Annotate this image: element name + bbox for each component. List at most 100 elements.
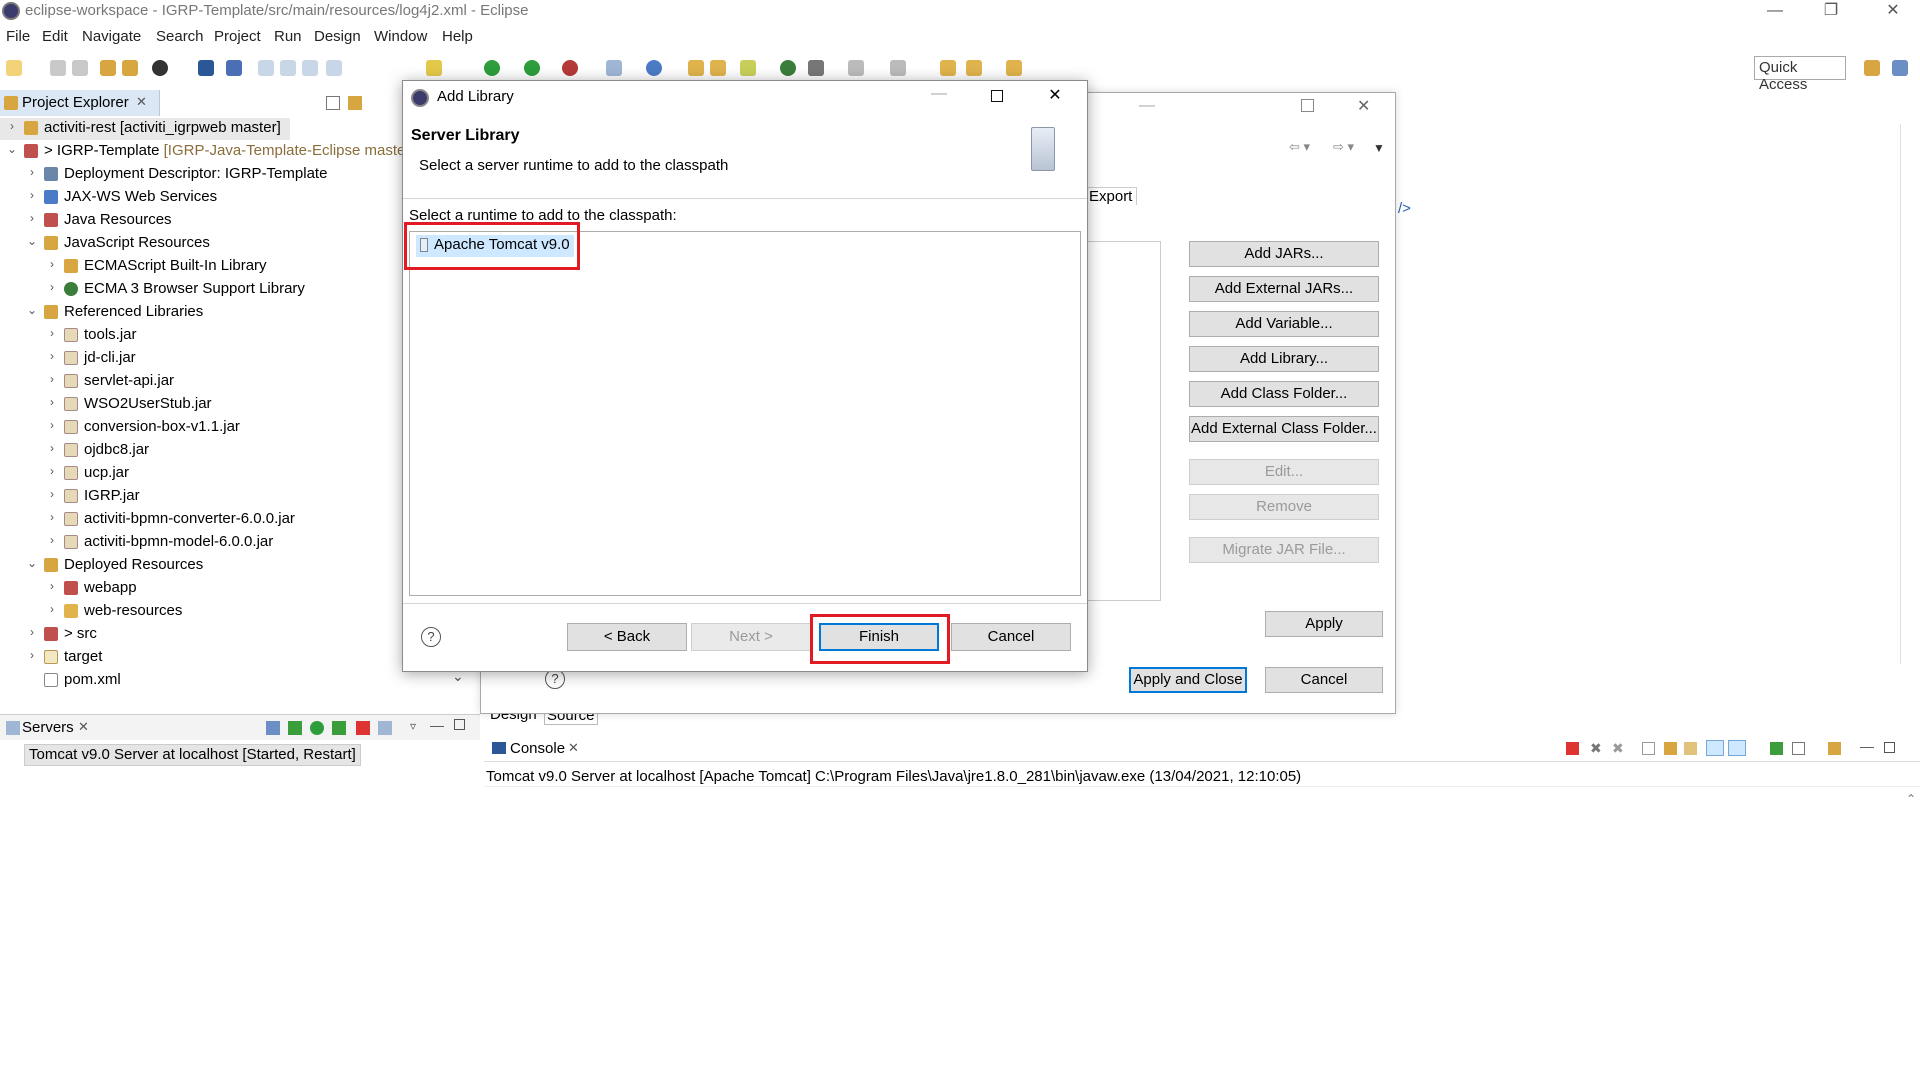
scroll-lock-icon[interactable] <box>1664 742 1677 755</box>
save-icon[interactable] <box>50 60 66 76</box>
next-annotation-icon[interactable] <box>848 60 864 76</box>
remove-all-icon[interactable]: ✖ <box>1612 740 1624 757</box>
collapse-all-icon[interactable] <box>326 96 340 110</box>
publish-icon[interactable] <box>378 721 392 735</box>
terminal-icon[interactable] <box>198 60 214 76</box>
show-stdout-icon[interactable] <box>1706 740 1724 756</box>
dialog-minimize-icon[interactable]: — <box>919 85 959 109</box>
run-server-icon[interactable] <box>524 60 540 76</box>
menu-window[interactable]: Window <box>374 28 427 45</box>
add-external-jars-button[interactable]: Add External JARs... <box>1189 276 1379 302</box>
editor-scrollbar[interactable] <box>1900 124 1912 664</box>
minimize-view-icon[interactable]: — <box>430 717 444 733</box>
apply-and-close-button[interactable]: Apply and Close <box>1129 667 1247 693</box>
quick-access-input[interactable]: Quick Access <box>1754 56 1846 93</box>
open-perspective-icon[interactable] <box>1864 60 1880 76</box>
remove-button[interactable]: Remove <box>1189 494 1379 520</box>
forward-icon[interactable] <box>1006 60 1022 76</box>
edit-button[interactable]: Edit... <box>1189 459 1379 485</box>
tab-export[interactable]: Export <box>1084 187 1138 205</box>
migrate-jar-button[interactable]: Migrate JAR File... <box>1189 537 1379 563</box>
debug-server-icon[interactable] <box>266 721 280 735</box>
save-all-icon[interactable] <box>72 60 88 76</box>
help-icon[interactable]: ? <box>545 669 565 689</box>
add-variable-button[interactable]: Add Variable... <box>1189 311 1379 337</box>
menu-design[interactable]: Design <box>314 28 361 45</box>
resume-icon[interactable] <box>258 60 274 76</box>
view-menu-icon[interactable]: ▿ <box>410 719 416 733</box>
maximize-view-icon[interactable] <box>1884 742 1895 753</box>
start-server-debug-icon[interactable] <box>288 721 302 735</box>
word-wrap-icon[interactable] <box>1684 742 1697 755</box>
close-view-icon[interactable]: ✕ <box>78 719 89 735</box>
display-console-icon[interactable] <box>1792 742 1805 755</box>
project-explorer-tab[interactable]: Project Explorer ✕ <box>0 90 160 116</box>
stop-server-icon[interactable] <box>356 721 370 735</box>
nav-forward-icon[interactable]: ⇨ ▾ <box>1333 139 1354 155</box>
open-folder-icon[interactable] <box>688 60 704 76</box>
start-server-icon[interactable] <box>310 721 324 735</box>
open-console-icon[interactable] <box>1828 742 1841 755</box>
terminate-console-icon[interactable] <box>1566 742 1579 755</box>
menu-search[interactable]: Search <box>156 28 204 45</box>
new-class-icon[interactable] <box>646 60 662 76</box>
properties-minimize-icon[interactable]: — <box>1139 97 1155 115</box>
coverage-icon[interactable] <box>562 60 578 76</box>
close-icon[interactable]: ✕ <box>1870 0 1916 24</box>
skip-breakpoints-icon[interactable] <box>226 60 242 76</box>
tree-item-activiti-rest[interactable]: › activiti-rest [activiti_igrpweb master… <box>0 118 290 140</box>
apply-button[interactable]: Apply <box>1265 611 1383 637</box>
open-resource-icon[interactable] <box>122 60 138 76</box>
menu-navigate[interactable]: Navigate <box>82 28 141 45</box>
web-browser-icon[interactable] <box>780 60 796 76</box>
external-tools-icon[interactable] <box>426 60 442 76</box>
console-scroll-up-icon[interactable]: ⌃ <box>1906 792 1916 806</box>
pin-console-icon[interactable] <box>1770 742 1783 755</box>
menu-edit[interactable]: Edit <box>42 28 68 45</box>
disconnect-icon[interactable] <box>326 60 342 76</box>
add-jars-button[interactable]: Add JARs... <box>1189 241 1379 267</box>
console-title[interactable]: Console <box>510 740 565 757</box>
new-server-icon[interactable] <box>606 60 622 76</box>
annotation-icon[interactable] <box>808 60 824 76</box>
open-type-icon[interactable] <box>100 60 116 76</box>
new-icon[interactable] <box>6 60 22 76</box>
menu-run[interactable]: Run <box>274 28 302 45</box>
properties-cancel-button[interactable]: Cancel <box>1265 667 1383 693</box>
properties-close-icon[interactable]: ✕ <box>1357 96 1370 116</box>
search-tool-icon[interactable] <box>740 60 756 76</box>
last-edit-icon[interactable] <box>940 60 956 76</box>
menu-file[interactable]: File <box>6 28 30 45</box>
server-row-tomcat[interactable]: Tomcat v9.0 Server at localhost [Started… <box>24 744 361 766</box>
run-icon[interactable] <box>484 60 500 76</box>
cancel-button[interactable]: Cancel <box>951 623 1071 651</box>
back-button[interactable]: < Back <box>567 623 687 651</box>
dialog-maximize-icon[interactable] <box>977 85 1017 109</box>
terminate-icon[interactable] <box>302 60 318 76</box>
java-ee-perspective-icon[interactable] <box>1892 60 1908 76</box>
restore-icon[interactable]: ❐ <box>1808 0 1854 24</box>
properties-maximize-icon[interactable] <box>1301 99 1314 112</box>
close-view-icon[interactable]: ✕ <box>136 94 147 110</box>
view-menu-icon[interactable]: ▼ <box>1373 141 1385 155</box>
next-button[interactable]: Next > <box>691 623 811 651</box>
add-class-folder-button[interactable]: Add Class Folder... <box>1189 381 1379 407</box>
minimize-icon[interactable]: — <box>1752 0 1798 24</box>
add-library-button[interactable]: Add Library... <box>1189 346 1379 372</box>
menu-project[interactable]: Project <box>214 28 261 45</box>
add-external-class-folder-button[interactable]: Add External Class Folder... <box>1189 416 1379 442</box>
clear-console-icon[interactable] <box>1642 742 1655 755</box>
nav-back-icon[interactable]: ⇦ ▾ <box>1289 139 1310 155</box>
open-project-icon[interactable] <box>710 60 726 76</box>
debug-icon[interactable] <box>152 60 168 76</box>
dialog-close-icon[interactable]: ✕ <box>1035 85 1075 109</box>
back-icon[interactable] <box>966 60 982 76</box>
remove-launch-icon[interactable]: ✖ <box>1590 740 1602 757</box>
maximize-view-icon[interactable] <box>454 719 465 730</box>
console-output-area[interactable] <box>484 786 1920 906</box>
close-view-icon[interactable]: ✕ <box>568 740 579 756</box>
help-icon[interactable]: ? <box>421 627 441 647</box>
profile-server-icon[interactable] <box>332 721 346 735</box>
menu-help[interactable]: Help <box>442 28 473 45</box>
show-stderr-icon[interactable] <box>1728 740 1746 756</box>
